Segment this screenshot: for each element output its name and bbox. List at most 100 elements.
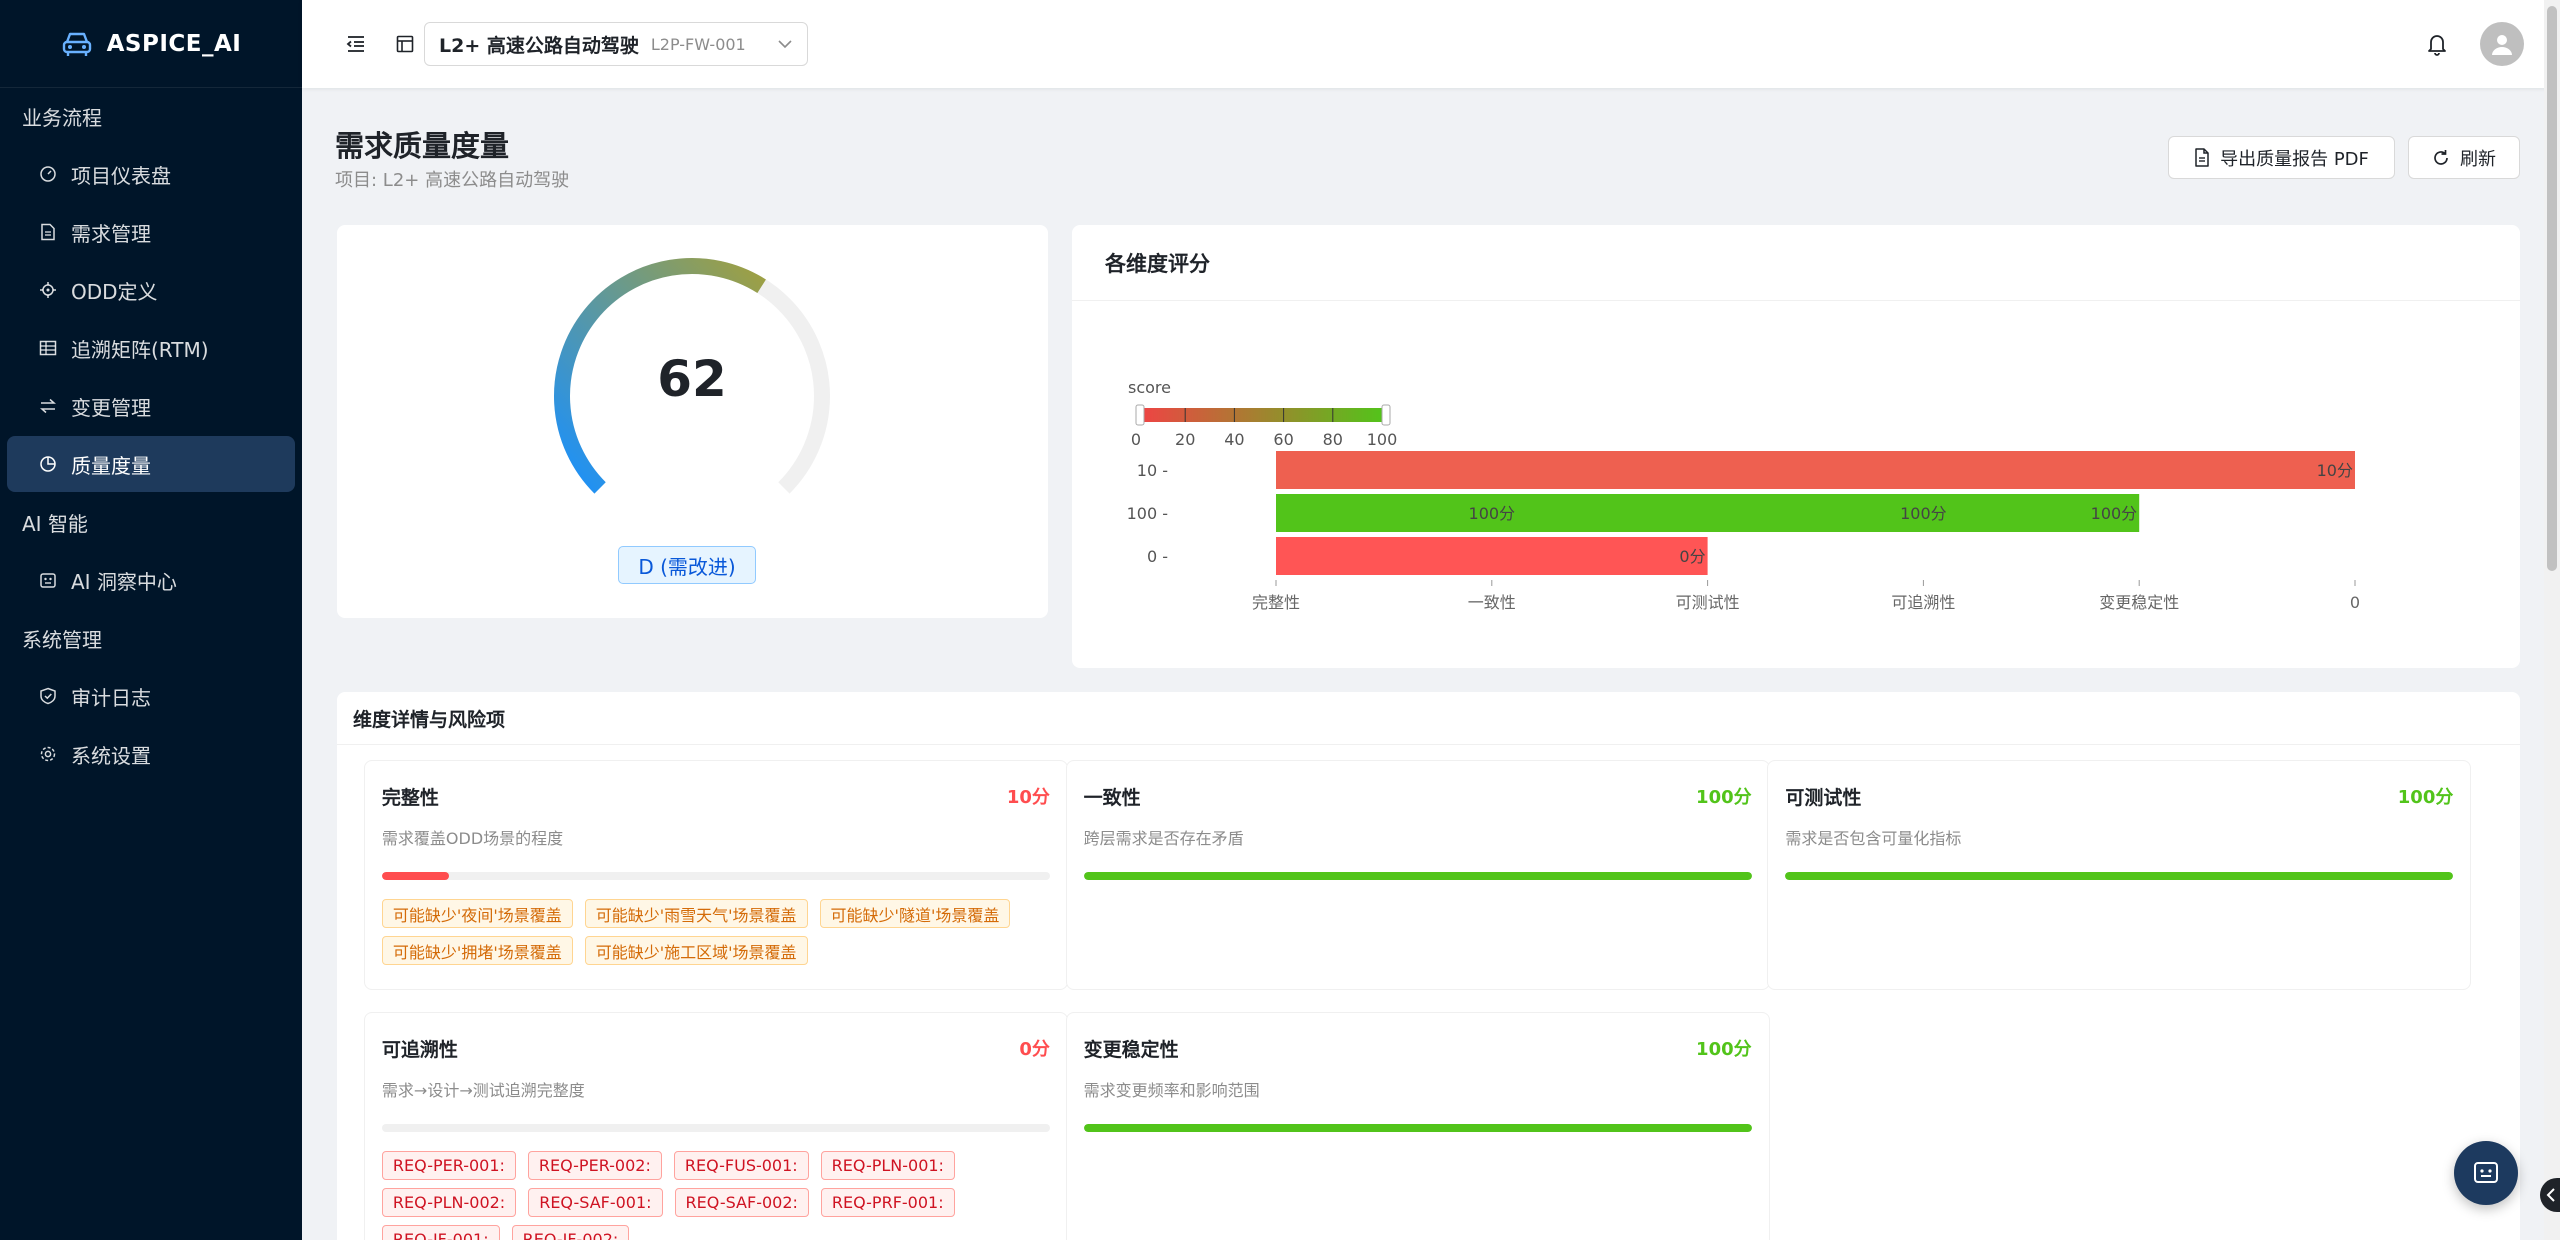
page-scrollbar[interactable] xyxy=(2544,0,2560,1240)
dimension-progress xyxy=(381,872,1050,880)
dimension-card: 可测试性 100分 需求是否包含可量化指标 xyxy=(1767,760,2472,990)
sidebar-item-label: AI 洞察中心 xyxy=(71,569,177,594)
grade-tag: D (需改进) xyxy=(618,546,756,584)
scrollbar-thumb[interactable] xyxy=(2547,6,2557,571)
dimension-description: 需求覆盖ODD场景的程度 xyxy=(381,829,564,848)
dimension-progress-fill xyxy=(1083,1124,1752,1132)
risk-tag: REQ-PER-001: xyxy=(381,1151,516,1180)
project-icon xyxy=(396,35,414,53)
sidebar-item[interactable]: 项目仪表盘 xyxy=(7,146,295,202)
dimension-progress xyxy=(1083,872,1752,880)
visual-map-tick-label: 0 xyxy=(1131,430,1141,449)
overall-score-card: 62 D (需改进) xyxy=(337,225,1048,618)
dashboard-icon xyxy=(40,166,56,182)
dimension-progress-fill xyxy=(1785,872,2454,880)
y-axis-tick-label: 10 - xyxy=(1137,461,1168,480)
project-name: L2+ 高速公路自动驾驶 xyxy=(439,34,639,57)
file-pdf-icon xyxy=(2195,148,2209,167)
dimension-card: 可追溯性 0分 需求→设计→测试追溯完整度 REQ-PER-001: REQ-PE… xyxy=(363,1012,1068,1240)
sidebar-item-label: 追溯矩阵(RTM) xyxy=(71,337,209,362)
sidebar: ASPICE_AI 业务流程项目仪表盘需求管理 ODD定义追溯矩阵(RTM) 变更管… xyxy=(0,0,302,1240)
sidebar-item[interactable]: 变更管理 xyxy=(7,378,295,434)
sidebar-item[interactable]: ODD定义 xyxy=(7,262,295,318)
bar-data-label: 0分 xyxy=(1679,547,1705,566)
swap-icon xyxy=(40,398,56,414)
dimension-score: 100分 xyxy=(2397,787,2454,808)
shield-icon xyxy=(40,687,56,705)
export-pdf-label: 导出质量报告 PDF xyxy=(2220,148,2369,170)
y-axis-tick-label: 100 - xyxy=(1127,504,1168,523)
score-gauge: 62 xyxy=(554,258,830,494)
menu-group-title: 业务流程 xyxy=(22,105,102,130)
chevron-down-icon xyxy=(778,40,792,49)
dimension-name: 一致性 xyxy=(1083,787,1141,809)
menu-fold-button[interactable] xyxy=(346,35,366,53)
visual-map-handle-min xyxy=(1135,404,1145,426)
risk-tag: REQ-IF-002: xyxy=(511,1225,630,1240)
sidebar-item-label: 需求管理 xyxy=(71,221,151,246)
risk-tag: REQ-PER-002: xyxy=(527,1151,662,1180)
x-axis-tick-label: 0 xyxy=(2350,593,2360,612)
bell-icon[interactable] xyxy=(2426,32,2448,56)
app-name: ASPICE_AI xyxy=(106,30,242,57)
menu-group-title: 系统管理 xyxy=(22,627,102,652)
settings-icon xyxy=(40,746,56,762)
visual-map-tick-label: 40 xyxy=(1224,430,1244,449)
sidebar-menu: 业务流程项目仪表盘需求管理 ODD定义追溯矩阵(RTM) 变更管理质量度量 AI 智能… xyxy=(0,88,302,782)
visual-map-label: score xyxy=(1128,378,1171,397)
x-axis-tick-label: 完整性 xyxy=(1252,593,1300,612)
robot-icon xyxy=(40,573,56,588)
bar-data-label: 100分 xyxy=(1469,504,1516,523)
dimension-progress xyxy=(1785,872,2454,880)
collapse-handle[interactable] xyxy=(2540,1178,2560,1212)
sidebar-item-label: 变更管理 xyxy=(71,395,151,420)
sidebar-item-label: 项目仪表盘 xyxy=(71,163,171,188)
chevron-left-icon xyxy=(2546,1188,2555,1202)
dimension-card: 一致性 100分 跨层需求是否存在矛盾 xyxy=(1065,760,1770,990)
bar-data-label: 10分 xyxy=(2317,461,2353,480)
dimension-score: 100分 xyxy=(1696,787,1752,808)
project-code: L2P-FW-001 xyxy=(650,34,746,54)
dimension-progress-fill xyxy=(1083,872,1752,880)
risk-tag: REQ-PLN-002: xyxy=(381,1188,517,1217)
sidebar-item-label: 系统设置 xyxy=(71,743,151,768)
sidebar-item[interactable]: 需求管理 xyxy=(7,204,295,260)
avatar[interactable] xyxy=(2480,22,2524,66)
risk-tags: REQ-PER-001: REQ-PER-002: REQ-FUS-001: REQ-… xyxy=(381,1151,1062,1240)
export-pdf-button[interactable]: 导出质量报告 PDF xyxy=(2168,136,2395,179)
dimension-progress-fill xyxy=(381,872,449,880)
page-title: 需求质量度量 xyxy=(335,129,510,163)
sidebar-item[interactable]: AI 洞察中心 xyxy=(7,552,295,608)
reload-icon xyxy=(2434,149,2448,165)
risk-tag: 可能缺少'夜间'场景覆盖 xyxy=(381,899,573,928)
dimension-score: 100分 xyxy=(1696,1039,1752,1060)
sidebar-item[interactable]: 系统设置 xyxy=(7,726,295,782)
project-select[interactable]: L2+ 高速公路自动驾驶 L2P-FW-001 xyxy=(424,22,808,66)
refresh-button[interactable]: 刷新 xyxy=(2408,136,2520,179)
menu-fold-icon xyxy=(346,36,364,52)
risk-tag: REQ-FUS-001: xyxy=(673,1151,809,1180)
dimension-bar-chart: score 0 20 40 60 80 100 10 - 100 - 0 - 10分 100分 100分… xyxy=(1127,378,2361,612)
risk-tag: REQ-PLN-001: xyxy=(820,1151,955,1180)
visual-map-bar xyxy=(1142,408,1384,422)
sidebar-item[interactable]: 质量度量 xyxy=(7,436,295,492)
sidebar-item[interactable]: 追溯矩阵(RTM) xyxy=(7,320,295,376)
dimension-score: 10分 xyxy=(1006,787,1050,808)
menu-group-title: AI 智能 xyxy=(22,511,88,536)
dimension-card: 完整性 10分 需求覆盖ODD场景的程度 可能缺少'夜间'场景覆盖 可能缺少'雨雪… xyxy=(363,760,1068,990)
bar-data-label: 100分 xyxy=(2091,504,2138,523)
dimension-detail-card: 维度详情与风险项 完整性 10分 需求覆盖ODD场景的程度 可能缺少'夜间'场景… xyxy=(337,692,2520,1240)
dimension-name: 变更稳定性 xyxy=(1083,1039,1179,1061)
app-logo[interactable]: ASPICE_AI xyxy=(0,0,302,88)
sidebar-item-label: 审计日志 xyxy=(71,685,151,710)
robot-icon xyxy=(2474,1162,2498,1183)
project-board-icon xyxy=(396,35,414,53)
dimension-description: 需求→设计→测试追溯完整度 xyxy=(381,1081,585,1100)
sidebar-item[interactable]: 审计日志 xyxy=(7,668,295,724)
top-header: L2+ 高速公路自动驾驶 L2P-FW-001 xyxy=(302,0,2560,88)
risk-tag: REQ-IF-001: xyxy=(381,1225,500,1240)
user-icon xyxy=(2492,35,2512,55)
table-icon xyxy=(39,340,57,356)
aim-icon xyxy=(40,282,56,298)
ai-assistant-button[interactable] xyxy=(2454,1141,2518,1205)
